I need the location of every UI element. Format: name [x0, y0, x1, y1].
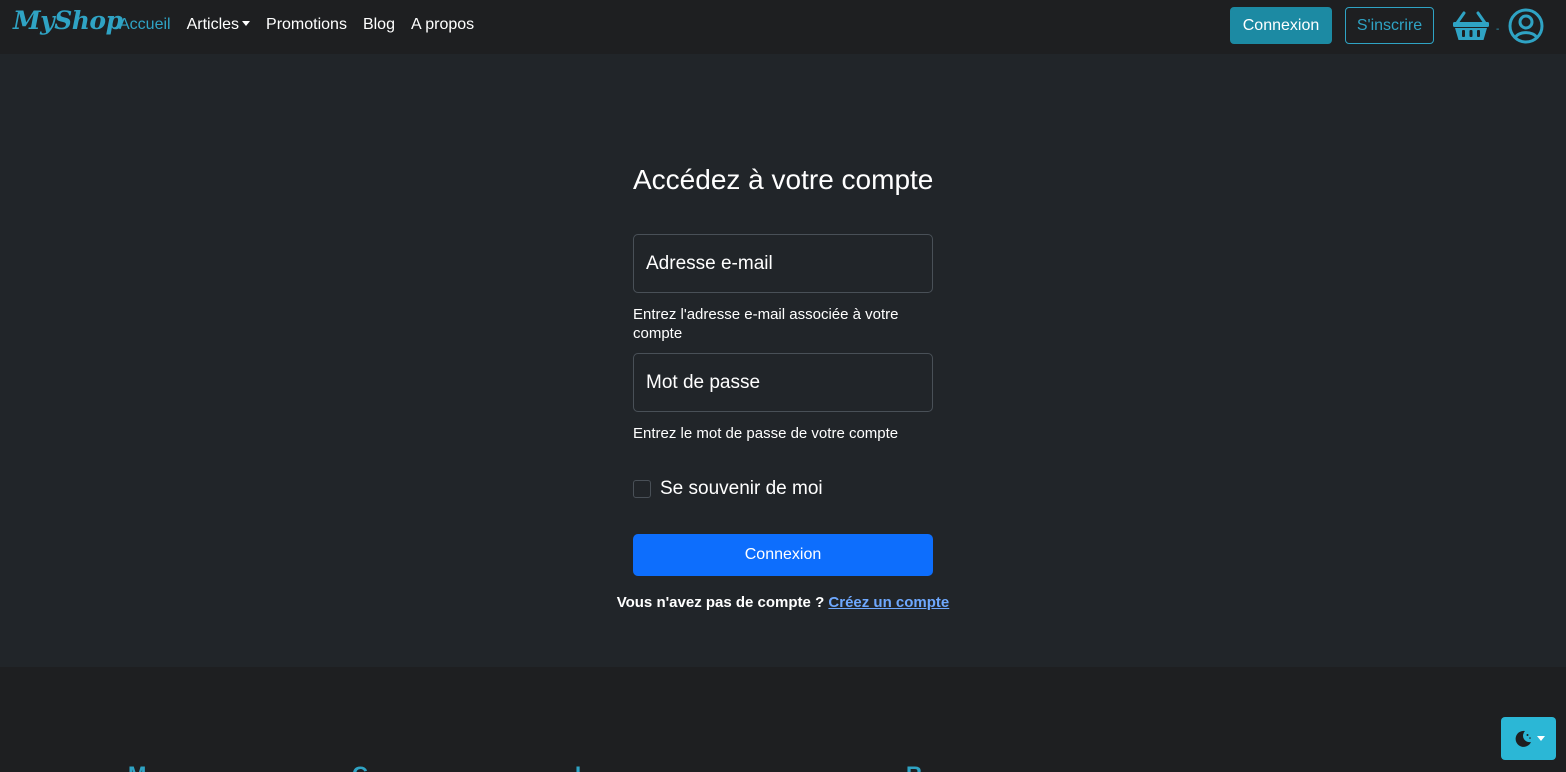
remember-me-checkbox[interactable]: [633, 480, 651, 498]
theme-toggle-button[interactable]: [1501, 717, 1556, 760]
nav-links: Accueil Articles Promotions Blog A propo…: [119, 16, 474, 34]
footer-heading-2: C: [352, 762, 368, 772]
password-help-text: Entrez le mot de passe de votre compte: [633, 425, 899, 442]
remember-me-label: Se souvenir de moi: [660, 478, 823, 499]
navbar: MyShop Accueil Articles Promotions Blog …: [0, 0, 1566, 54]
create-account-link[interactable]: Créez un compte: [828, 594, 949, 611]
brand-logo[interactable]: MyShop: [13, 6, 123, 35]
footer-heading-4: R: [906, 762, 922, 772]
remember-me-row[interactable]: Se souvenir de moi: [633, 478, 823, 500]
nav-link-accueil[interactable]: Accueil: [119, 16, 171, 34]
basket-icon[interactable]: [1452, 10, 1490, 42]
cart-count-badge: -: [1496, 24, 1500, 35]
nav-register-button[interactable]: S'inscrire: [1345, 7, 1434, 44]
password-field[interactable]: [633, 353, 933, 412]
login-title: Accédez à votre compte: [633, 164, 934, 195]
email-field[interactable]: [633, 234, 933, 293]
chevron-down-icon: [242, 21, 251, 26]
nav-link-blog[interactable]: Blog: [363, 16, 395, 34]
nav-link-a-propos[interactable]: A propos: [411, 16, 474, 34]
nav-login-button[interactable]: Connexion: [1230, 7, 1332, 44]
nav-link-promotions[interactable]: Promotions: [266, 16, 347, 34]
chevron-down-icon: [1536, 736, 1545, 741]
footer: [0, 667, 1566, 772]
nav-link-articles-label: Articles: [186, 16, 240, 33]
signup-prompt-row: Vous n'avez pas de compte ? Créez un com…: [0, 594, 1566, 611]
footer-heading-1: M: [128, 762, 146, 772]
moon-stars-icon: [1515, 730, 1531, 747]
email-help-text: Entrez l'adresse e-mail associée à votre…: [633, 306, 899, 342]
signup-prompt-text: Vous n'avez pas de compte ?: [616, 594, 825, 611]
login-submit-button[interactable]: Connexion: [633, 534, 933, 576]
nav-link-articles[interactable]: Articles: [186, 16, 251, 34]
footer-heading-3: I: [575, 762, 581, 772]
user-account-icon[interactable]: [1508, 8, 1544, 44]
